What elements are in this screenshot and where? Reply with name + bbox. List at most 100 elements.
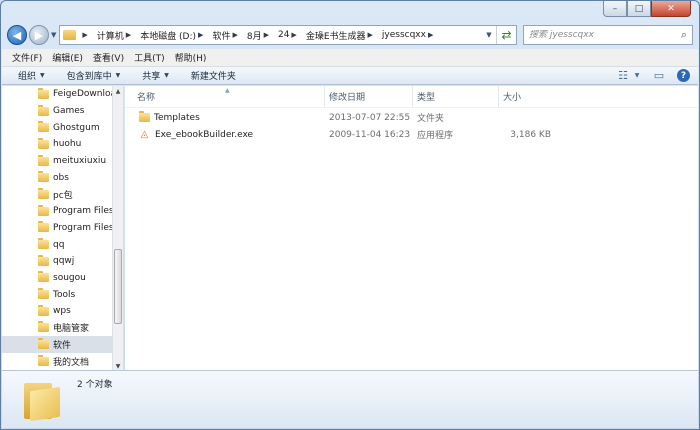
recent-pages-dropdown[interactable]: ▼ bbox=[51, 31, 56, 39]
column-name[interactable]: ▲ 名称 bbox=[125, 86, 325, 107]
sort-up-icon: ▲ bbox=[225, 87, 230, 94]
back-button[interactable]: ◀ bbox=[7, 25, 27, 45]
breadcrumb-computer[interactable]: 计算机 ▶ bbox=[97, 29, 137, 42]
chevron-right-icon: ▶ bbox=[198, 31, 204, 39]
folder-icon bbox=[139, 111, 150, 122]
search-icon[interactable]: ⌕ bbox=[681, 28, 687, 42]
breadcrumb-start[interactable]: ▶ bbox=[80, 31, 93, 39]
chevron-right-icon: ▶ bbox=[263, 31, 269, 39]
exe-icon: ◬ bbox=[140, 129, 149, 140]
chevron-right-icon: ▶ bbox=[232, 31, 238, 39]
large-folder-icon bbox=[24, 379, 60, 422]
folder-icon bbox=[38, 121, 49, 133]
nav-item[interactable]: Tools bbox=[2, 286, 123, 303]
menu-tools[interactable]: 工具(T) bbox=[134, 51, 165, 64]
folder-icon bbox=[38, 254, 49, 266]
folder-icon bbox=[38, 321, 49, 333]
search-box[interactable]: ⌕ bbox=[523, 25, 693, 45]
nav-item[interactable]: Games bbox=[2, 103, 123, 120]
folder-icon bbox=[38, 87, 49, 99]
folder-icon bbox=[38, 288, 49, 300]
dropdown-arrow-icon: ▼ bbox=[40, 72, 45, 79]
file-row[interactable]: Templates 2013-07-07 22:55 文件夹 bbox=[125, 110, 698, 125]
folder-icon bbox=[38, 171, 49, 183]
minimize-button[interactable]: – bbox=[603, 1, 627, 17]
view-dropdown-icon[interactable]: ▼ bbox=[633, 69, 641, 83]
folder-icon bbox=[38, 204, 49, 216]
nav-item[interactable]: 电脑管家 bbox=[2, 320, 123, 337]
nav-item[interactable]: qq bbox=[2, 236, 123, 253]
folder-icon bbox=[38, 338, 49, 350]
help-icon[interactable]: ? bbox=[677, 69, 690, 82]
folder-icon bbox=[38, 221, 49, 233]
breadcrumb-software[interactable]: 软件 ▶ bbox=[212, 29, 243, 42]
chevron-right-icon: ▶ bbox=[125, 31, 132, 39]
address-row: ◀ ▶ ▼ ▶ 计算机 ▶ 本地磁盘 (D:) ▶ 软件 ▶ 8月 ▶ 24 ▶ 金璪E书… bbox=[7, 23, 693, 47]
menu-help[interactable]: 帮助(H) bbox=[175, 51, 207, 64]
folder-icon bbox=[38, 154, 49, 166]
breadcrumb-jyesscqxx[interactable]: jyesscqxx ▶ bbox=[382, 30, 439, 40]
item-count: 2 个对象 bbox=[77, 380, 113, 390]
maximize-button[interactable]: □ bbox=[627, 1, 651, 17]
nav-scrollbar[interactable]: ▲ ▼ bbox=[112, 86, 123, 372]
close-button[interactable]: ✕ bbox=[651, 1, 691, 17]
share-button[interactable]: 共享 ▼ bbox=[142, 69, 169, 82]
new-folder-button[interactable]: 新建文件夹 bbox=[191, 69, 236, 82]
nav-item[interactable]: FeigeDownloa bbox=[2, 86, 123, 103]
chevron-right-icon: ▶ bbox=[82, 31, 88, 39]
folder-icon bbox=[38, 137, 49, 149]
folder-icon bbox=[38, 271, 49, 283]
breadcrumb-24[interactable]: 24 ▶ bbox=[278, 30, 303, 40]
chevron-right-icon: ▶ bbox=[367, 31, 373, 39]
folder-icon bbox=[38, 104, 49, 116]
menu-view[interactable]: 查看(V) bbox=[93, 51, 124, 64]
view-options-icon[interactable]: ☷ bbox=[615, 69, 631, 83]
command-bar: 组织 ▼ 包含到库中 ▼ 共享 ▼ 新建文件夹 ☷ ▼ ▭ ? bbox=[2, 67, 698, 85]
search-input[interactable] bbox=[529, 30, 681, 40]
preview-pane-icon[interactable]: ▭ bbox=[651, 69, 667, 83]
column-header: ▲ 名称 修改日期 类型 大小 bbox=[125, 86, 698, 108]
nav-item[interactable]: Program Files bbox=[2, 203, 123, 220]
file-list: ▲ 名称 修改日期 类型 大小 Templates 2013-07-07 22:5… bbox=[125, 86, 698, 372]
column-type[interactable]: 类型 bbox=[413, 86, 499, 107]
menu-file[interactable]: 文件(F) bbox=[12, 51, 42, 64]
folder-icon bbox=[38, 187, 49, 199]
breadcrumb-ebook-builder[interactable]: 金璪E书生成器 ▶ bbox=[306, 29, 379, 42]
navigation-pane: FeigeDownloa Games Ghostgum huohu meitux… bbox=[2, 86, 124, 372]
chevron-right-icon: ▶ bbox=[291, 31, 297, 39]
column-size[interactable]: 大小 bbox=[499, 86, 559, 107]
nav-item[interactable]: qqwj bbox=[2, 253, 123, 270]
folder-icon bbox=[38, 354, 49, 366]
dropdown-arrow-icon: ▼ bbox=[115, 72, 121, 79]
address-bar[interactable]: ▶ 计算机 ▶ 本地磁盘 (D:) ▶ 软件 ▶ 8月 ▶ 24 ▶ 金璪E书生成器 ▶ j… bbox=[59, 25, 517, 45]
nav-item[interactable]: sougou bbox=[2, 270, 123, 287]
nav-item[interactable]: Ghostgum bbox=[2, 119, 123, 136]
caption-buttons: – □ ✕ bbox=[603, 1, 691, 17]
explorer-window: – □ ✕ ◀ ▶ ▼ ▶ 计算机 ▶ 本地磁盘 (D:) ▶ 软件 ▶ 8月 ▶ 24… bbox=[0, 0, 700, 430]
menu-edit[interactable]: 编辑(E) bbox=[52, 51, 83, 64]
chevron-right-icon: ▶ bbox=[427, 31, 434, 39]
scroll-thumb[interactable] bbox=[114, 249, 122, 324]
file-row[interactable]: ◬ Exe_ebookBuilder.exe 2009-11-04 16:23 应… bbox=[125, 127, 698, 142]
nav-item[interactable]: huohu bbox=[2, 136, 123, 153]
nav-item[interactable]: obs bbox=[2, 169, 123, 186]
dropdown-arrow-icon: ▼ bbox=[164, 72, 169, 79]
folder-icon bbox=[38, 238, 49, 250]
nav-item[interactable]: pc包 bbox=[2, 186, 123, 203]
nav-item[interactable]: 我的文档 bbox=[2, 353, 123, 370]
breadcrumb-drive-d[interactable]: 本地磁盘 (D:) ▶ bbox=[140, 29, 209, 42]
include-in-library-button[interactable]: 包含到库中 ▼ bbox=[67, 69, 121, 82]
address-folder-icon bbox=[63, 30, 77, 40]
refresh-button[interactable]: ⇄ bbox=[496, 26, 516, 44]
column-date[interactable]: 修改日期 bbox=[325, 86, 413, 107]
nav-item[interactable]: wps bbox=[2, 303, 123, 320]
breadcrumb-august[interactable]: 8月 ▶ bbox=[247, 29, 275, 42]
scroll-up-icon[interactable]: ▲ bbox=[113, 86, 123, 97]
organize-button[interactable]: 组织 ▼ bbox=[18, 69, 45, 82]
nav-item[interactable]: Program Files bbox=[2, 220, 123, 237]
address-history-dropdown[interactable]: ▼ bbox=[482, 31, 496, 39]
nav-item-selected[interactable]: 软件 bbox=[2, 336, 123, 353]
forward-button[interactable]: ▶ bbox=[29, 25, 49, 45]
menu-bar: 文件(F) 编辑(E) 查看(V) 工具(T) 帮助(H) bbox=[2, 49, 698, 67]
nav-item[interactable]: meituxiuxiu bbox=[2, 153, 123, 170]
